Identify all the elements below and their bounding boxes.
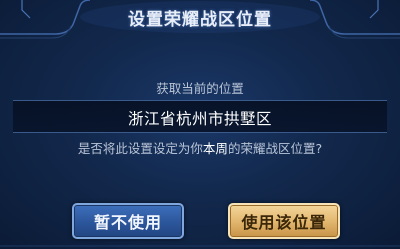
location-dialog: 设置荣耀战区位置 获取当前的位置 浙江省杭州市拱墅区 是否将此设置设定为你本周的…: [0, 0, 400, 249]
location-display: 浙江省杭州市拱墅区: [13, 100, 387, 133]
location-value: 浙江省杭州市拱墅区: [127, 110, 272, 128]
question-highlight: 本周: [202, 141, 228, 156]
question-text-before: 是否将此设置设定为你: [77, 141, 203, 156]
use-location-button[interactable]: 使用该位置: [228, 203, 340, 239]
decline-button[interactable]: 暂不使用: [72, 203, 184, 239]
confirm-question: 是否将此设置设定为你本周的荣耀战区位置?: [0, 138, 400, 157]
location-label: 获取当前的位置: [156, 81, 244, 96]
question-text-after: 的荣耀战区位置?: [227, 141, 323, 156]
dialog-title: 设置荣耀战区位置: [128, 10, 272, 30]
